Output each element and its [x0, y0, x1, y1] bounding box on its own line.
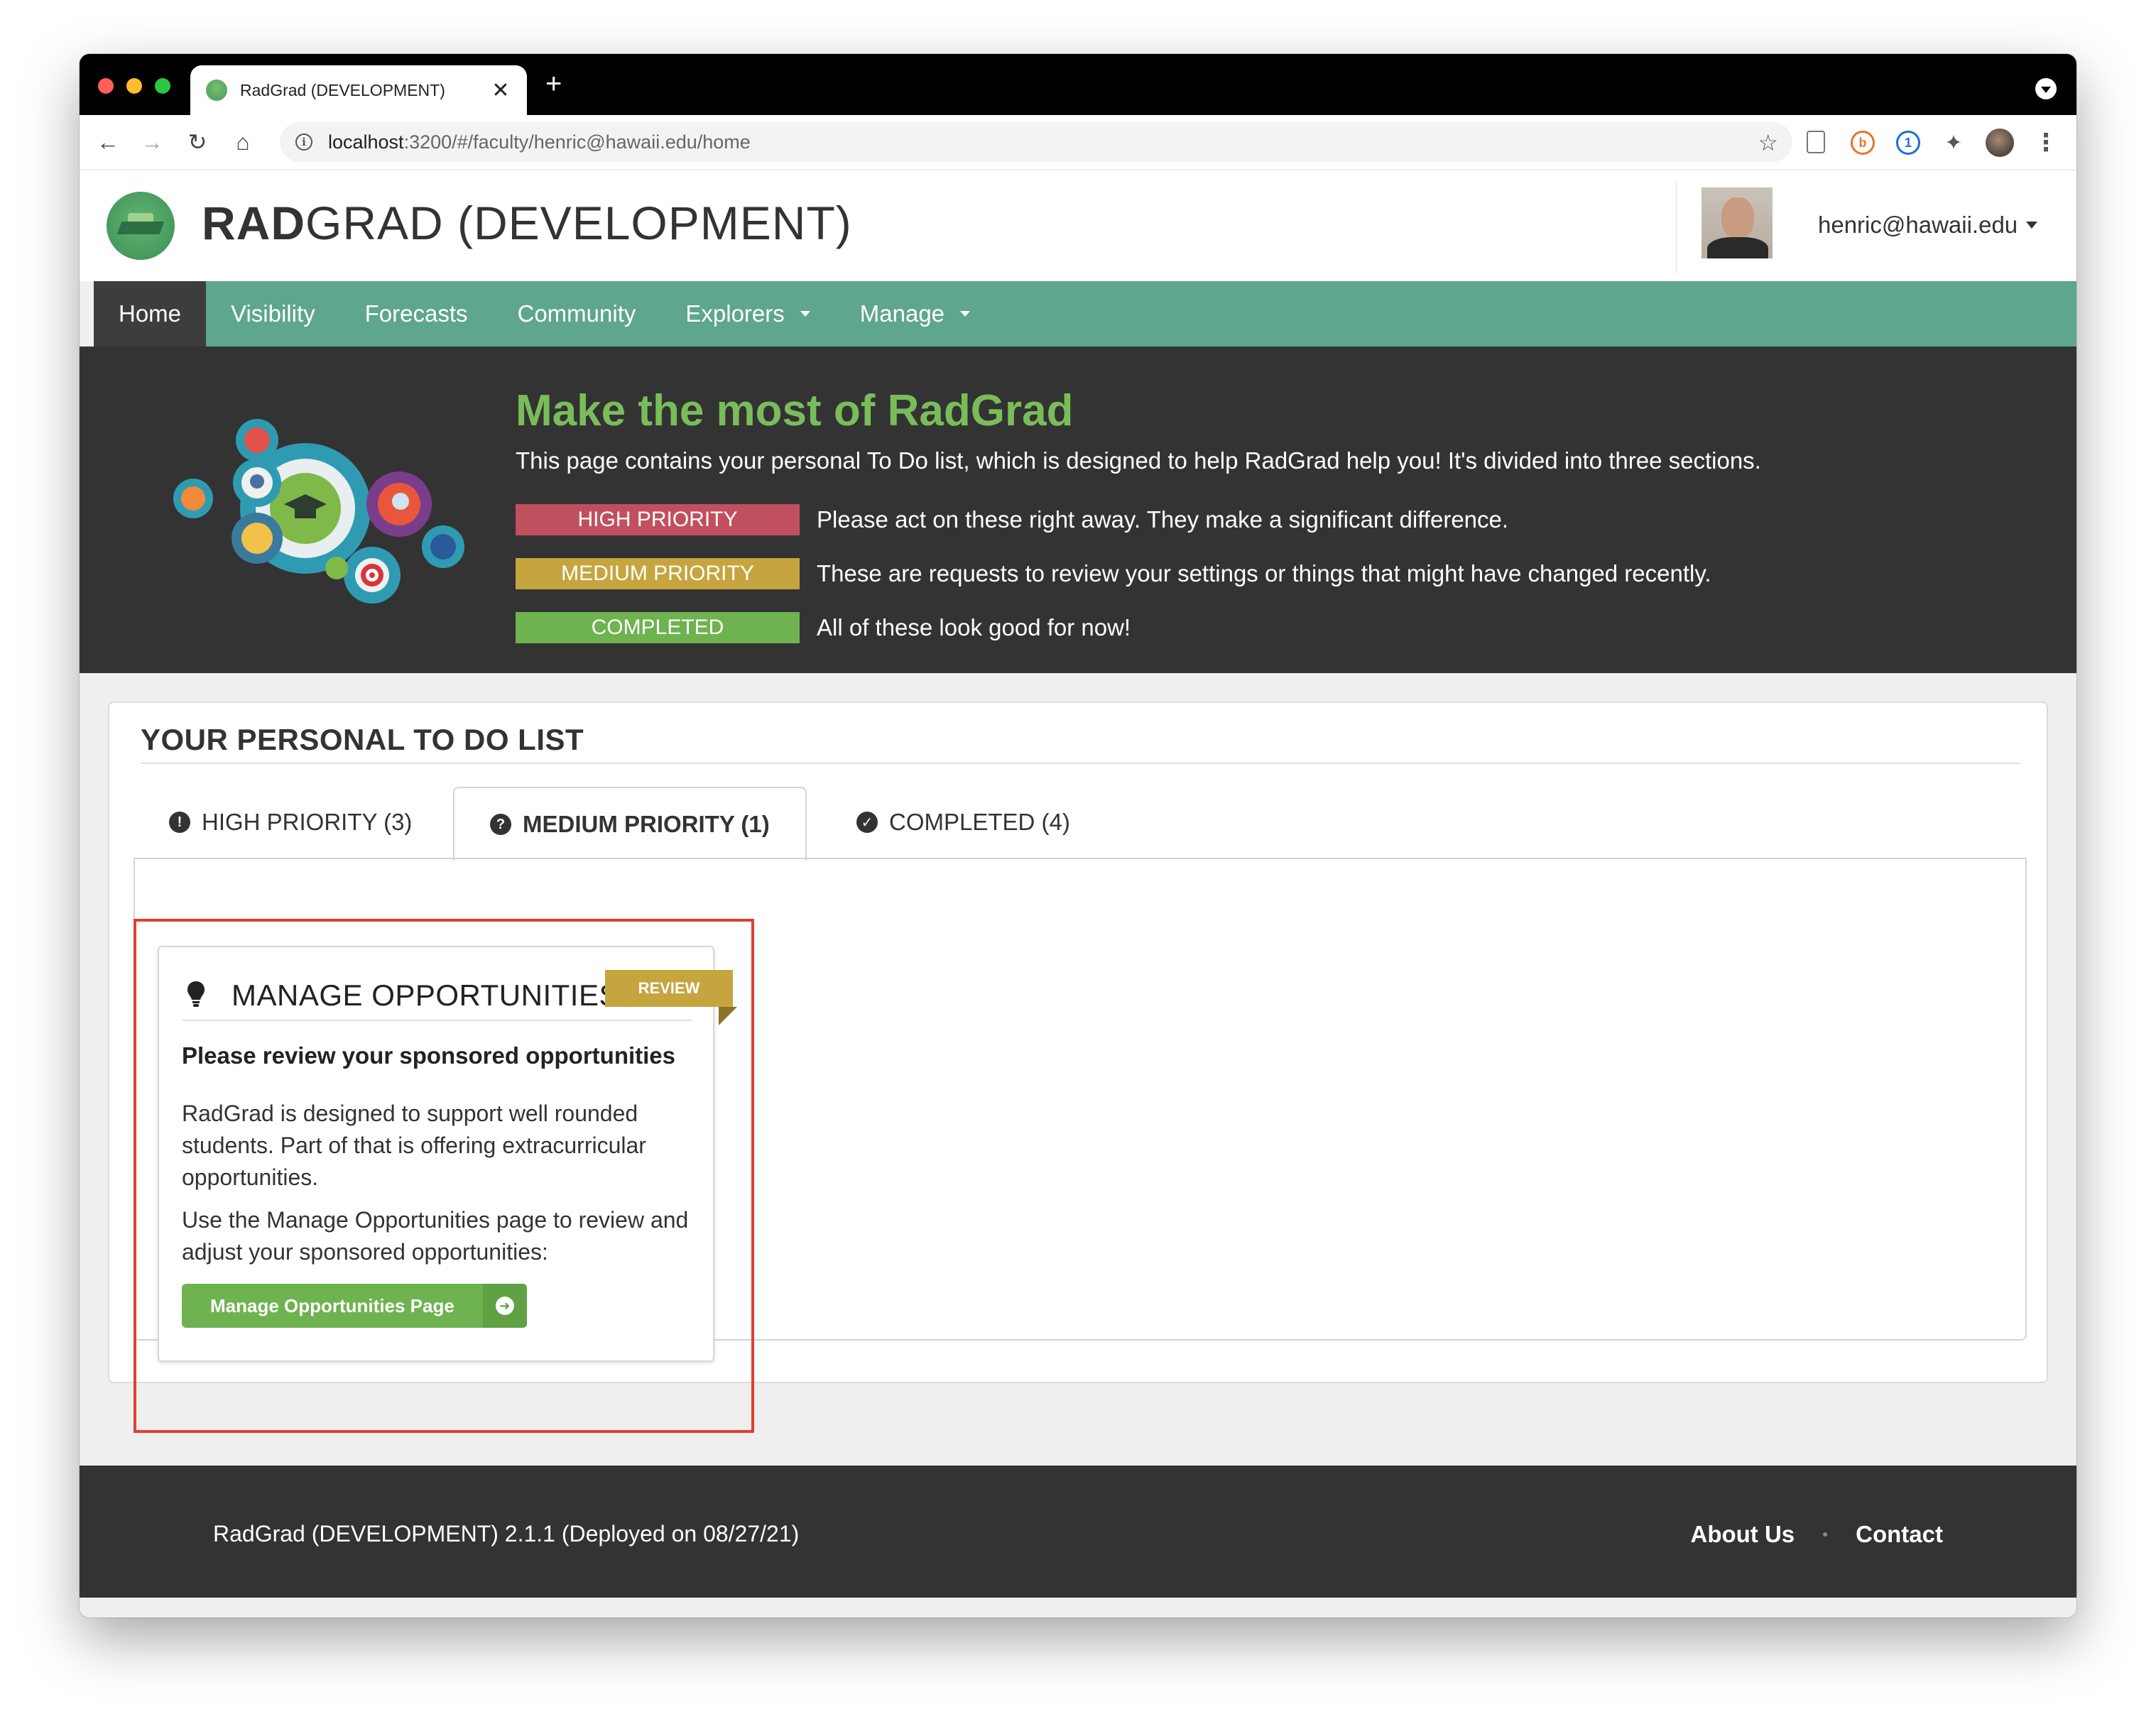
minimize-window-button[interactable] — [126, 78, 142, 94]
main-menu: Home Visibility Forecasts Community Expl… — [94, 281, 2076, 347]
caret-down-icon — [800, 311, 810, 317]
caret-down-icon — [960, 311, 971, 317]
user-avatar[interactable] — [1702, 187, 1773, 258]
menu-item-manage[interactable]: Manage — [835, 281, 995, 347]
hero-subtitle: This page contains your personal To Do l… — [516, 447, 1761, 474]
b-extension-icon[interactable]: b — [1851, 131, 1875, 155]
tab-medium-priority[interactable]: ? MEDIUM PRIORITY (1) — [453, 787, 807, 861]
radgrad-favicon-icon — [206, 80, 227, 101]
menu-item-home[interactable]: Home — [94, 281, 207, 347]
footer-links: About Us Contact — [1691, 1521, 1944, 1548]
menu-item-explorers[interactable]: Explorers — [660, 281, 834, 347]
tab-completed[interactable]: ✓ COMPLETED (4) — [821, 787, 1106, 858]
task-title: MANAGE OPPORTUNITIES — [232, 978, 619, 1012]
maximize-window-button[interactable] — [155, 78, 170, 94]
url-host: localhost — [328, 131, 404, 153]
hero-title: Make the most of RadGrad — [516, 386, 1074, 435]
contact-link[interactable]: Contact — [1856, 1521, 1943, 1548]
extensions-puzzle-icon[interactable]: ✦ — [1942, 131, 1966, 155]
manage-opportunities-button[interactable]: Manage Opportunities Page ➜ — [182, 1284, 527, 1328]
page-content: RADGRAD (DEVELOPMENT) henric@hawaii.edu … — [80, 170, 2076, 1617]
header-divider — [1676, 182, 1677, 274]
high-priority-badge: HIGH PRIORITY — [516, 504, 800, 535]
todo-title: YOUR PERSONAL TO DO LIST — [141, 723, 584, 756]
completed-badge: COMPLETED — [516, 612, 800, 643]
user-menu-dropdown[interactable]: henric@hawaii.edu — [1818, 212, 2038, 239]
new-tab-button[interactable]: + — [545, 70, 562, 98]
ribbon-fold — [719, 1007, 737, 1025]
browser-tab-title: RadGrad (DEVELOPMENT) — [240, 80, 445, 99]
question-circle-icon: ? — [490, 814, 511, 835]
browser-window: RadGrad (DEVELOPMENT) ✕ + ← → ↻ ⌂ i loca… — [80, 54, 2076, 1617]
caret-down-icon — [2026, 222, 2038, 229]
task-divider — [182, 1020, 692, 1021]
task-card-manage-opportunities: MANAGE OPPORTUNITIES REVIEW Please revie… — [158, 946, 737, 1362]
app-header: RADGRAD (DEVELOPMENT) henric@hawaii.edu — [80, 170, 2076, 281]
gears-illustration-icon — [173, 419, 464, 604]
tab-high-priority[interactable]: ! HIGH PRIORITY (3) — [134, 787, 447, 858]
close-window-button[interactable] — [98, 78, 114, 94]
browser-toolbar: ← → ↻ ⌂ i localhost:3200/#/faculty/henri… — [80, 115, 2076, 170]
separator-dot — [1823, 1532, 1828, 1537]
menu-item-forecasts[interactable]: Forecasts — [340, 281, 493, 347]
task-instructions: Use the Manage Opportunities page to rev… — [182, 1207, 689, 1265]
password-manager-icon[interactable]: 1 — [1896, 131, 1920, 155]
lightbulb-icon — [187, 981, 205, 1007]
button-label: Manage Opportunities Page — [210, 1294, 454, 1316]
back-button[interactable]: ← — [94, 128, 122, 156]
menu-item-community[interactable]: Community — [493, 281, 661, 347]
tab-label: HIGH PRIORITY (3) — [202, 809, 413, 835]
check-circle-icon: ✓ — [856, 812, 878, 833]
tab-label: MEDIUM PRIORITY (1) — [523, 811, 770, 837]
url-path: :3200/#/faculty/henric@hawaii.edu/home — [403, 131, 751, 153]
arrow-circle-right-icon: ➜ — [482, 1284, 527, 1328]
close-tab-icon[interactable]: ✕ — [490, 78, 511, 103]
hero-banner: Make the most of RadGrad This page conta… — [80, 347, 2076, 673]
about-us-link[interactable]: About Us — [1691, 1521, 1795, 1548]
tab-label: COMPLETED (4) — [889, 809, 1070, 835]
bookmark-star-icon[interactable]: ☆ — [1758, 129, 1778, 156]
profile-avatar-icon[interactable] — [1986, 129, 2014, 157]
tab-search-button[interactable] — [2035, 78, 2057, 99]
medium-priority-badge: MEDIUM PRIORITY — [516, 558, 800, 589]
chevron-down-icon — [2041, 87, 2051, 93]
legend-medium-priority: MEDIUM PRIORITY These are requests to re… — [516, 558, 1711, 589]
legend-high-priority: HIGH PRIORITY Please act on these right … — [516, 504, 1508, 535]
radgrad-logo[interactable] — [107, 192, 175, 260]
title-divider — [141, 763, 2020, 764]
completed-description: All of these look good for now! — [817, 614, 1131, 640]
footer: RadGrad (DEVELOPMENT) 2.1.1 (Deployed on… — [80, 1466, 2076, 1598]
task-description: RadGrad is designed to support well roun… — [182, 1101, 646, 1190]
exclamation-circle-icon: ! — [169, 812, 190, 833]
reader-extension-icon[interactable] — [1807, 131, 1825, 153]
version-text: RadGrad (DEVELOPMENT) 2.1.1 (Deployed on… — [213, 1521, 800, 1546]
task-heading: Please review your sponsored opportuniti… — [182, 1042, 676, 1069]
medium-priority-description: These are requests to review your settin… — [817, 560, 1711, 587]
forward-button[interactable]: → — [138, 128, 166, 156]
browser-menu-icon[interactable]: ⋮ — [2034, 129, 2058, 156]
menu-item-visibility[interactable]: Visibility — [206, 281, 340, 347]
browser-tab-active[interactable]: RadGrad (DEVELOPMENT) ✕ — [190, 65, 527, 115]
user-email: henric@hawaii.edu — [1818, 212, 2018, 238]
home-button[interactable]: ⌂ — [229, 128, 257, 156]
todo-tabs: ! HIGH PRIORITY (3) ? MEDIUM PRIORITY (1… — [134, 787, 2027, 861]
review-ribbon: REVIEW — [605, 970, 733, 1007]
browser-tab-strip: RadGrad (DEVELOPMENT) ✕ + — [80, 54, 2076, 115]
reload-button[interactable]: ↻ — [183, 128, 212, 156]
app-title[interactable]: RADGRAD (DEVELOPMENT) — [202, 196, 852, 250]
legend-completed: COMPLETED All of these look good for now… — [516, 612, 1131, 643]
site-info-icon[interactable]: i — [295, 133, 312, 151]
address-bar[interactable]: i localhost:3200/#/faculty/henric@hawaii… — [280, 122, 1792, 162]
high-priority-description: Please act on these right away. They mak… — [817, 506, 1509, 533]
